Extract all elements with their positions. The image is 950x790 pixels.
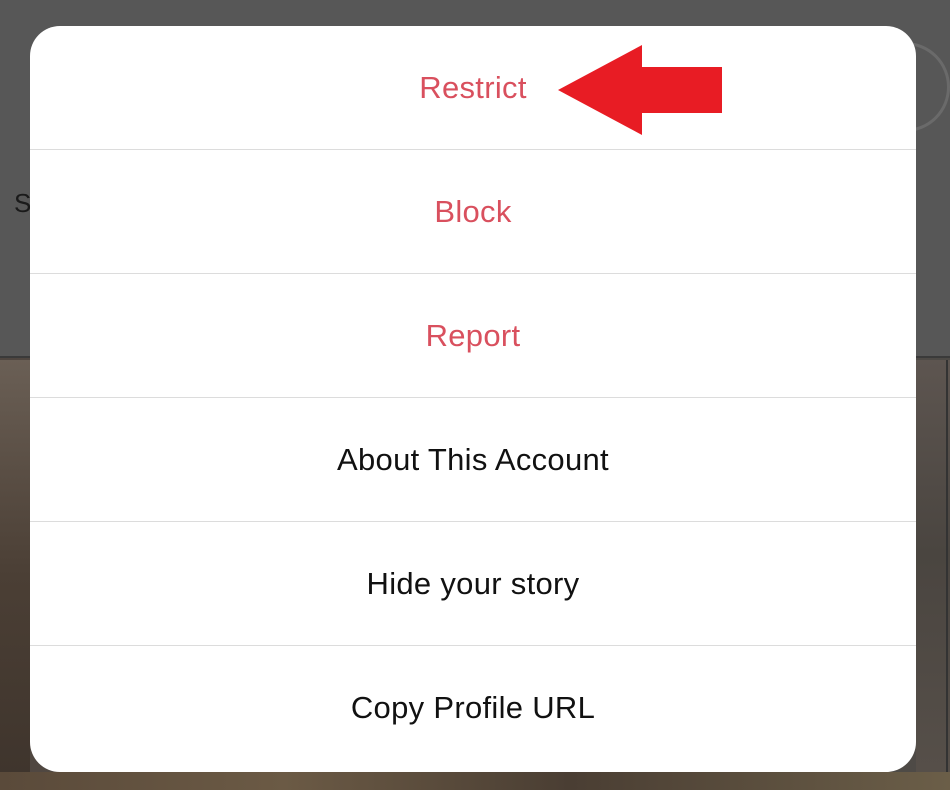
report-button-label: Report: [425, 317, 521, 353]
block-button-label: Block: [434, 193, 512, 229]
background-partial-text: S: [14, 188, 32, 218]
arrow-shape: [558, 45, 722, 135]
action-sheet: Restrict Block Report About This Account…: [30, 26, 916, 772]
hide-your-story-button[interactable]: Hide your story: [30, 522, 916, 646]
about-this-account-button[interactable]: About This Account: [30, 398, 916, 522]
copy-profile-url-button[interactable]: Copy Profile URL: [30, 646, 916, 770]
restrict-button-label: Restrict: [419, 69, 527, 105]
hide-your-story-label: Hide your story: [366, 565, 580, 601]
background-photo-row: [0, 772, 950, 790]
block-button[interactable]: Block: [30, 150, 916, 274]
arrow-left-icon: [558, 45, 722, 135]
restrict-button[interactable]: Restrict: [30, 26, 916, 150]
copy-profile-url-label: Copy Profile URL: [350, 690, 596, 725]
background-photo-left: [0, 360, 30, 790]
background-photo-right: [916, 360, 950, 790]
report-button[interactable]: Report: [30, 274, 916, 398]
background-grid-divider: [946, 360, 948, 790]
about-this-account-label: About This Account: [337, 441, 609, 477]
